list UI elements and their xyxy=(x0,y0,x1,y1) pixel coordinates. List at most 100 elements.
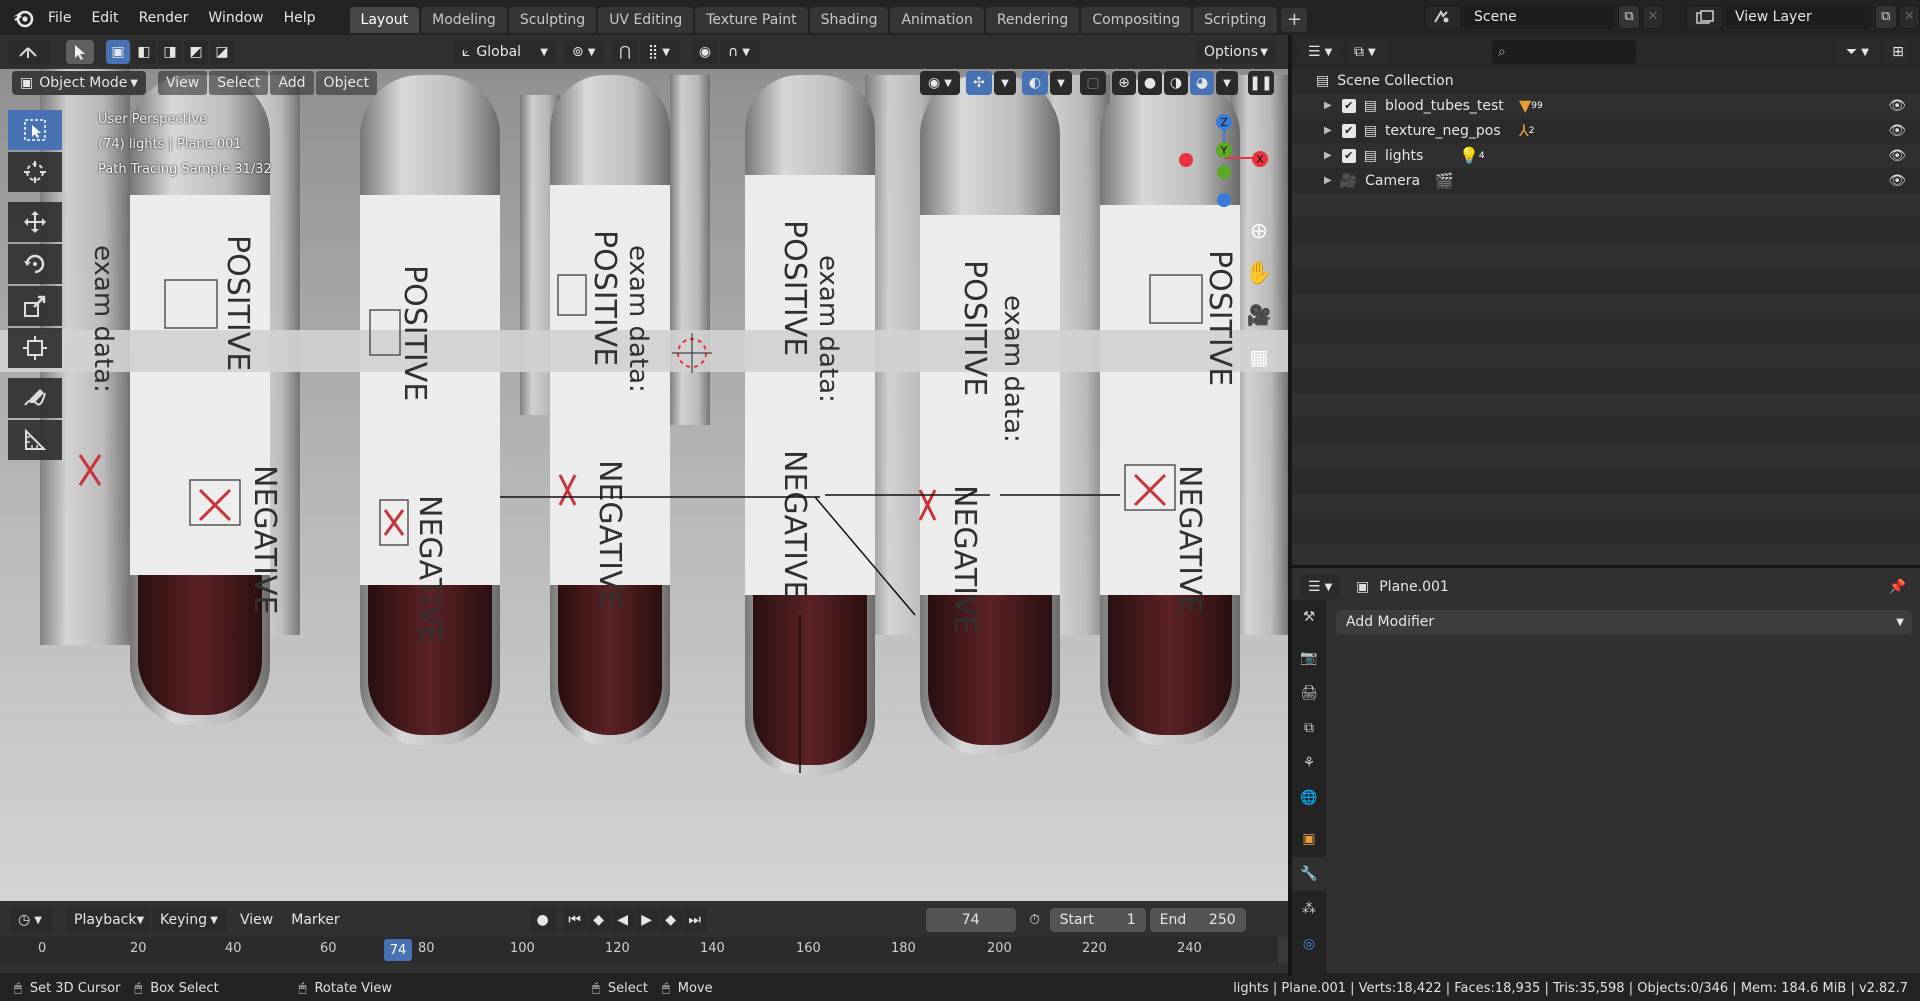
outliner-row-blood-tubes-test[interactable]: ▶ ✔ ▤ blood_tubes_test ▼ 99 👁 xyxy=(1292,93,1920,118)
tab-rendering[interactable]: Rendering xyxy=(985,6,1080,33)
overlays-dropdown[interactable]: ▼ xyxy=(1050,71,1072,95)
select-box-tool[interactable] xyxy=(8,110,62,150)
record-button[interactable]: ● xyxy=(529,908,556,932)
menu-window[interactable]: Window xyxy=(198,0,273,35)
scene-browse-button[interactable] xyxy=(1424,4,1462,29)
eye-icon[interactable]: 👁 xyxy=(1888,148,1906,164)
tab-layout[interactable]: Layout xyxy=(349,6,420,33)
object-mode-dropdown[interactable]: ▣ Object Mode ▼ xyxy=(12,71,146,95)
scene-name-field[interactable]: Scene xyxy=(1464,4,1614,29)
outliner-row-scene-collection[interactable]: ▤ Scene Collection xyxy=(1292,68,1920,93)
viewport-menu-object[interactable]: Object xyxy=(315,71,378,95)
snap-target-dropdown[interactable]: ⣿ ▼ xyxy=(640,40,680,64)
tab-scene[interactable]: ⚘ xyxy=(1292,746,1326,780)
menu-render[interactable]: Render xyxy=(129,0,199,35)
gizmo-toggle[interactable]: ✣ xyxy=(966,71,992,95)
outliner-search-input[interactable]: ⌕ xyxy=(1492,40,1636,64)
measure-tool[interactable] xyxy=(8,420,62,460)
timeline-editor-type-button[interactable]: ◷ ▼ xyxy=(10,908,52,932)
navigation-gizmo[interactable]: Z Y X xyxy=(1164,108,1274,208)
annotate-tool[interactable] xyxy=(8,378,62,418)
tab-physics[interactable]: ◎ xyxy=(1292,927,1326,961)
xray-toggle[interactable]: ▢ xyxy=(1080,71,1106,95)
exclude-checkbox[interactable]: ✔ xyxy=(1341,148,1356,163)
tab-view-layer[interactable]: ⧉ xyxy=(1292,711,1326,745)
add-workspace-button[interactable]: + xyxy=(1281,7,1308,32)
visibility-dropdown[interactable]: ◉ ▼ xyxy=(920,71,960,95)
rotate-tool[interactable] xyxy=(8,244,62,284)
menu-edit[interactable]: Edit xyxy=(81,0,128,35)
properties-editor-type-button[interactable]: ☰ ▼ xyxy=(1300,575,1340,599)
outliner-row-lights[interactable]: ▶ ✔ ▤ lights 💡 4 👁 xyxy=(1292,143,1920,168)
cursor-tool[interactable] xyxy=(8,152,62,192)
proportional-falloff-dropdown[interactable]: ∩ ▼ xyxy=(720,40,760,64)
neg-x-axis-handle[interactable] xyxy=(1179,153,1193,167)
proportional-edit-toggle[interactable]: ◉ xyxy=(692,40,718,64)
tab-shading[interactable]: Shading xyxy=(809,6,889,33)
menu-file[interactable]: File xyxy=(38,0,81,35)
outliner-row-camera[interactable]: ▶ 🎥 Camera 🎬 👁 xyxy=(1292,168,1920,193)
overlays-toggle[interactable]: ◐ xyxy=(1022,71,1048,95)
material-shading-button[interactable]: ◑ xyxy=(1164,71,1188,95)
menu-help[interactable]: Help xyxy=(274,0,326,35)
tab-sculpting[interactable]: Sculpting xyxy=(508,6,597,33)
pivot-point-dropdown[interactable]: ⊚ ▼ xyxy=(564,40,604,64)
timeline-scrollbar[interactable] xyxy=(1278,937,1288,963)
select-subtract-icon[interactable]: ◨ xyxy=(158,40,182,64)
tab-texture-paint[interactable]: Texture Paint xyxy=(695,6,808,33)
next-keyframe-button[interactable]: ◆ xyxy=(659,908,682,932)
pin-icon[interactable]: 📌 xyxy=(1889,579,1906,595)
tab-modeling[interactable]: Modeling xyxy=(421,6,507,33)
eye-icon[interactable]: 👁 xyxy=(1888,173,1906,189)
view-layer-browse-button[interactable] xyxy=(1686,4,1723,29)
tab-uv-editing[interactable]: UV Editing xyxy=(598,6,694,33)
eye-icon[interactable]: 👁 xyxy=(1888,98,1906,114)
zoom-button[interactable]: ⊕ xyxy=(1244,216,1274,246)
camera-view-button[interactable]: 🎥 xyxy=(1244,300,1274,330)
transform-orientation-dropdown[interactable]: ⟀ Global ▼ xyxy=(454,40,556,64)
tab-object[interactable]: ▣ xyxy=(1292,822,1326,856)
outliner-row-texture-neg-pos[interactable]: ▶ ✔ ▤ texture_neg_pos ⅄ 2 👁 xyxy=(1292,118,1920,143)
options-dropdown[interactable]: Options ▼ xyxy=(1196,40,1276,64)
editor-type-button[interactable] xyxy=(8,40,50,64)
new-collection-button[interactable]: ⊞ xyxy=(1886,40,1910,64)
select-new-icon[interactable]: ▣ xyxy=(106,40,130,64)
prev-keyframe-button[interactable]: ◆ xyxy=(587,908,610,932)
timeline-ruler[interactable]: 0 20 40 60 80 100 120 140 160 180 200 22… xyxy=(0,937,1288,963)
solid-shading-button[interactable]: ● xyxy=(1138,71,1162,95)
gizmo-dropdown[interactable]: ▼ xyxy=(994,71,1016,95)
exclude-checkbox[interactable]: ✔ xyxy=(1341,123,1356,138)
move-tool[interactable] xyxy=(8,202,62,242)
preview-range-toggle[interactable]: ⏱ xyxy=(1022,908,1048,932)
viewport-menu-add[interactable]: Add xyxy=(270,71,314,95)
playback-dropdown[interactable]: Playback ▼ xyxy=(66,908,150,932)
playhead-frame-indicator[interactable]: 74 xyxy=(384,939,412,961)
select-intersect-icon[interactable]: ◪ xyxy=(210,40,234,64)
tab-scripting[interactable]: Scripting xyxy=(1193,6,1278,33)
neg-y-axis-handle[interactable] xyxy=(1217,165,1231,179)
transform-tool[interactable] xyxy=(8,328,62,368)
tab-tool[interactable]: ⚒ xyxy=(1292,600,1326,634)
viewport-menu-view[interactable]: View xyxy=(158,71,208,95)
end-frame-field[interactable]: End 250 xyxy=(1149,908,1246,932)
select-extend-icon[interactable]: ◧ xyxy=(132,40,156,64)
new-view-layer-icon[interactable]: ⧉ xyxy=(1875,4,1897,29)
eye-icon[interactable]: 👁 xyxy=(1888,123,1906,139)
exclude-checkbox[interactable]: ✔ xyxy=(1341,98,1356,113)
add-modifier-dropdown[interactable]: Add Modifier ▼ xyxy=(1336,610,1912,634)
view-layer-name-field[interactable]: View Layer xyxy=(1725,4,1872,29)
tab-animation[interactable]: Animation xyxy=(890,6,984,33)
tab-particles[interactable]: ⁂ xyxy=(1292,892,1326,926)
scale-tool[interactable] xyxy=(8,286,62,326)
tab-compositing[interactable]: Compositing xyxy=(1081,6,1192,33)
current-frame-field[interactable]: 74 xyxy=(925,908,1016,932)
snap-toggle[interactable]: ⋂ xyxy=(612,40,638,64)
outliner-editor-type-button[interactable]: ☰ ▼ xyxy=(1300,40,1340,64)
select-difference-icon[interactable]: ◩ xyxy=(184,40,208,64)
tab-output[interactable]: 🖨 xyxy=(1292,676,1326,710)
timeline-menu-view[interactable]: View xyxy=(232,908,281,932)
play-button[interactable]: ▶ xyxy=(635,908,658,932)
shading-dropdown[interactable]: ▼ xyxy=(1216,71,1238,95)
wireframe-shading-button[interactable]: ⊕ xyxy=(1112,71,1136,95)
delete-scene-icon[interactable]: ✕ xyxy=(1642,4,1664,29)
